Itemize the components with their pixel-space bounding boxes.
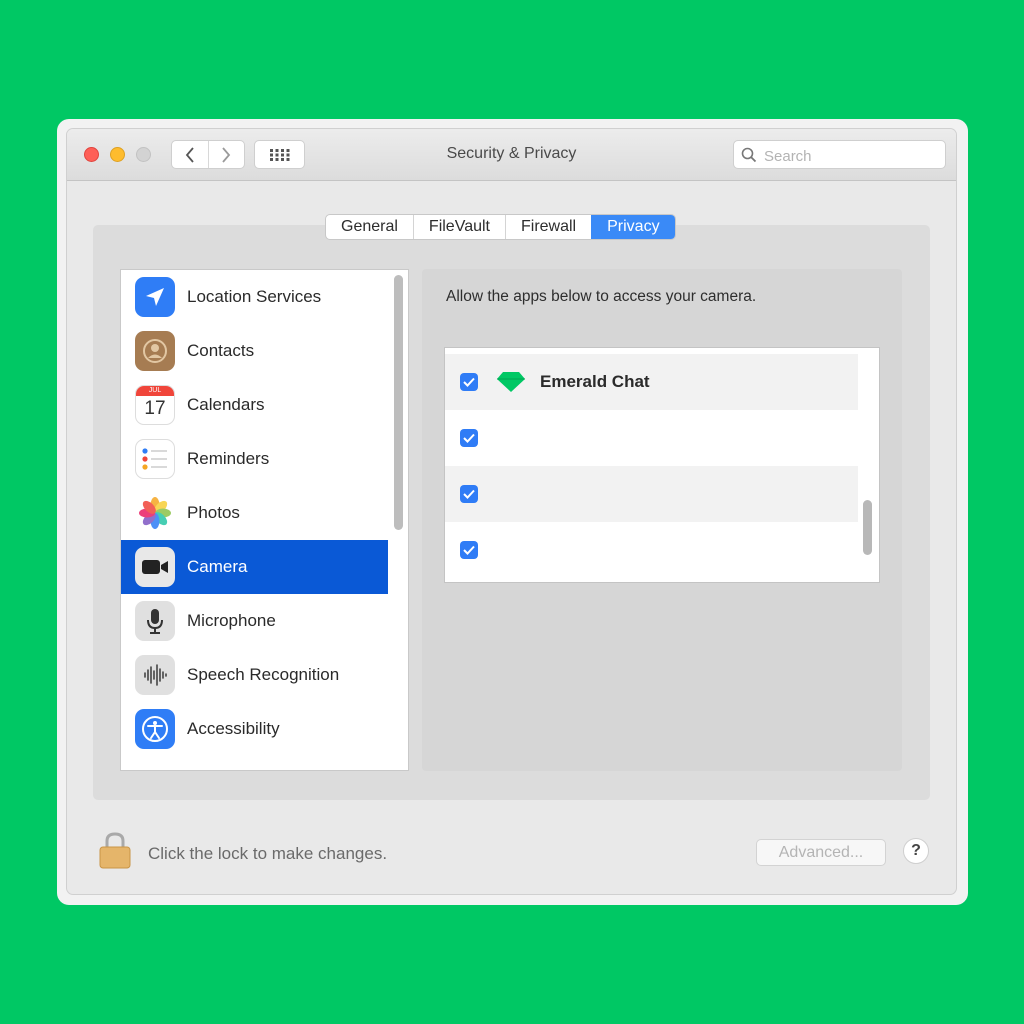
checkmark-icon: [463, 433, 475, 443]
sidebar-item-label: Contacts: [187, 341, 255, 360]
checkmark-icon: [463, 489, 475, 499]
sidebar-item-label: Reminders: [187, 449, 270, 468]
sidebar-item-reminders[interactable]: Reminders: [121, 432, 388, 486]
sidebar-item-label: Speech Recognition: [187, 665, 340, 684]
sidebar-item-photos[interactable]: Photos: [121, 486, 388, 540]
tab-general[interactable]: General: [326, 215, 413, 239]
location-arrow-icon: [135, 277, 175, 317]
app-list: Emerald Chat: [444, 347, 880, 583]
app-checkbox[interactable]: [460, 429, 478, 447]
privacy-category-list: Location Services Contacts JUL 17 Calend…: [120, 269, 409, 771]
search-input[interactable]: [762, 145, 941, 167]
calendar-day: 17: [144, 398, 166, 419]
security-privacy-window: Security & Privacy General FileVault Fir…: [67, 129, 956, 894]
title-bar: Security & Privacy: [67, 129, 956, 181]
sidebar-item-accessibility[interactable]: Accessibility: [121, 702, 388, 756]
lock-message: Click the lock to make changes.: [148, 844, 388, 863]
sidebar-item-microphone[interactable]: Microphone: [121, 594, 388, 648]
sidebar-item-label: Accessibility: [187, 719, 280, 738]
sidebar-item-camera[interactable]: Camera: [121, 540, 388, 594]
permissions-panel: Allow the apps below to access your came…: [422, 269, 902, 771]
emerald-gem-icon: [497, 372, 525, 392]
microphone-icon: [135, 601, 175, 641]
tab-filevault[interactable]: FileVault: [412, 215, 505, 239]
search-icon: [741, 147, 757, 163]
tab-firewall[interactable]: Firewall: [504, 215, 591, 239]
sidebar-item-contacts[interactable]: Contacts: [121, 324, 388, 378]
checkmark-icon: [463, 545, 475, 555]
sidebar-item-label: Microphone: [187, 611, 276, 630]
app-row-emerald-chat[interactable]: Emerald Chat: [445, 354, 858, 410]
sidebar-item-location-services[interactable]: Location Services: [121, 270, 388, 324]
accessibility-icon: [135, 709, 175, 749]
sidebar-item-label: Calendars: [187, 395, 265, 414]
sidebar-item-label: Location Services: [187, 287, 322, 306]
app-row[interactable]: [445, 410, 858, 466]
calendar-month: JUL: [136, 386, 174, 396]
sidebar-item-speech-recognition[interactable]: Speech Recognition: [121, 648, 388, 702]
contacts-icon: [135, 331, 175, 371]
camera-access-description: Allow the apps below to access your came…: [446, 288, 757, 305]
app-row[interactable]: [445, 522, 858, 578]
app-checkbox[interactable]: [460, 373, 478, 391]
help-button[interactable]: ?: [903, 838, 929, 864]
search-field[interactable]: [733, 140, 946, 169]
checkmark-icon: [463, 377, 475, 387]
app-checkbox[interactable]: [460, 485, 478, 503]
calendar-icon: JUL 17: [135, 385, 175, 425]
speech-recognition-icon: [135, 655, 175, 695]
app-row[interactable]: [445, 466, 858, 522]
tab-privacy[interactable]: Privacy: [591, 215, 675, 239]
photos-icon: [135, 493, 175, 533]
reminders-icon: [135, 439, 175, 479]
tab-bar: General FileVault Firewall Privacy: [325, 214, 676, 240]
app-name: Emerald Chat: [540, 372, 650, 391]
sidebar-item-label: Photos: [187, 503, 240, 522]
app-list-scrollbar[interactable]: [863, 500, 872, 555]
sidebar-item-label: Camera: [187, 557, 248, 576]
camera-icon: [135, 547, 175, 587]
sidebar-scrollbar[interactable]: [394, 275, 403, 530]
lock-icon[interactable]: [98, 831, 132, 869]
advanced-button[interactable]: Advanced...: [756, 839, 886, 866]
app-checkbox[interactable]: [460, 541, 478, 559]
sidebar-item-calendars[interactable]: JUL 17 Calendars: [121, 378, 388, 432]
